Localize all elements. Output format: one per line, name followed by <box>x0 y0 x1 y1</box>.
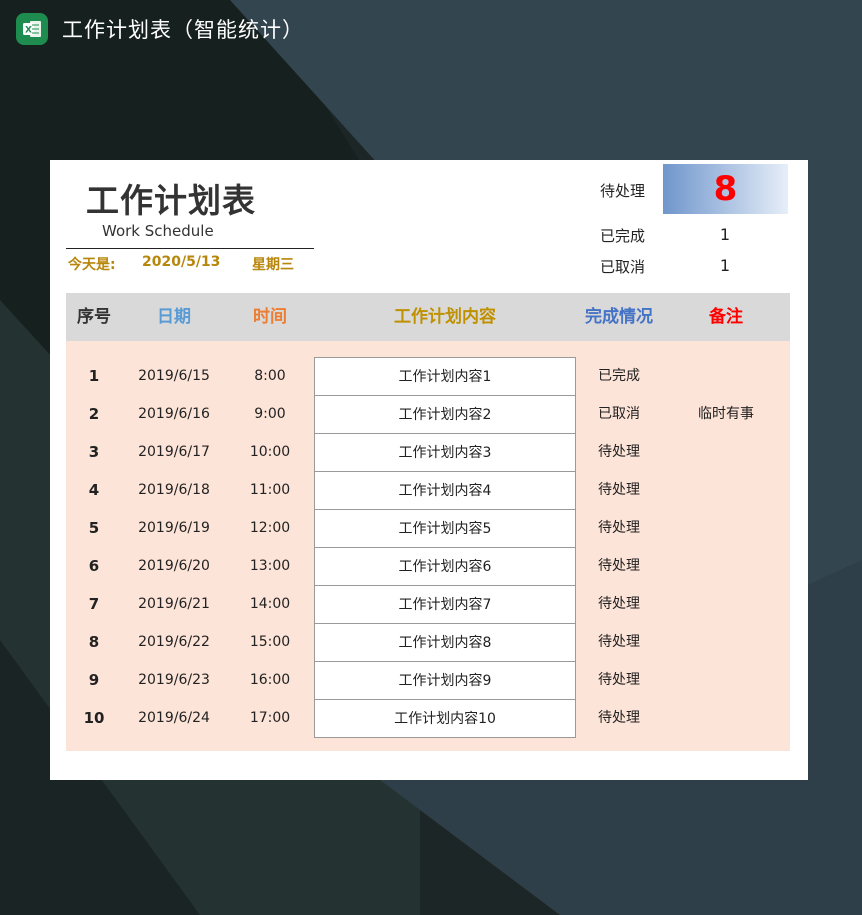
cell-seq[interactable]: 5 <box>66 509 122 547</box>
today-weekday: 星期三 <box>252 257 294 273</box>
stat-pending-value[interactable]: 8 <box>663 164 788 214</box>
stat-done-label: 已完成 <box>600 227 646 245</box>
title-underline <box>66 248 314 249</box>
cell-seq[interactable]: 8 <box>66 623 122 661</box>
table-row: 1 2019/6/15 8:00 工作计划内容1 已完成 <box>66 357 790 396</box>
table-row: 7 2019/6/21 14:00 工作计划内容7 待处理 <box>66 585 790 624</box>
stat-done-value[interactable]: 1 <box>662 225 788 244</box>
table-header: 序号 日期 时间 工作计划内容 完成情况 备注 <box>66 293 790 341</box>
sheet-subtitle: Work Schedule <box>102 222 214 240</box>
table-row: 10 2019/6/24 17:00 工作计划内容10 待处理 <box>66 699 790 738</box>
app-title: 工作计划表（智能统计） <box>62 18 304 42</box>
table-body: 1 2019/6/15 8:00 工作计划内容1 已完成 2 2019/6/16… <box>66 341 790 751</box>
cell-note[interactable] <box>662 433 790 471</box>
cell-seq[interactable]: 9 <box>66 661 122 699</box>
cell-content[interactable]: 工作计划内容5 <box>314 509 576 548</box>
spreadsheet-sheet: 工作计划表 Work Schedule 今天是: 2020/5/13 星期三 待… <box>50 160 808 780</box>
cell-date[interactable]: 2019/6/19 <box>122 509 226 547</box>
cell-time[interactable]: 15:00 <box>226 623 314 661</box>
cell-time[interactable]: 16:00 <box>226 661 314 699</box>
cell-content[interactable]: 工作计划内容4 <box>314 471 576 510</box>
column-header-seq[interactable]: 序号 <box>66 293 122 341</box>
cell-content[interactable]: 工作计划内容10 <box>314 699 576 738</box>
cell-status[interactable]: 待处理 <box>576 585 662 623</box>
cell-note[interactable] <box>662 471 790 509</box>
cell-note[interactable] <box>662 661 790 699</box>
cell-content[interactable]: 工作计划内容7 <box>314 585 576 624</box>
cell-date[interactable]: 2019/6/18 <box>122 471 226 509</box>
cell-date[interactable]: 2019/6/20 <box>122 547 226 585</box>
cell-note[interactable] <box>662 623 790 661</box>
column-header-note[interactable]: 备注 <box>662 293 790 341</box>
cell-note[interactable] <box>662 357 790 395</box>
stat-cancelled-value[interactable]: 1 <box>662 256 788 275</box>
cell-seq[interactable]: 6 <box>66 547 122 585</box>
cell-date[interactable]: 2019/6/17 <box>122 433 226 471</box>
cell-note[interactable] <box>662 585 790 623</box>
cell-time[interactable]: 11:00 <box>226 471 314 509</box>
column-header-time[interactable]: 时间 <box>226 293 314 341</box>
cell-time[interactable]: 10:00 <box>226 433 314 471</box>
stat-pending-label: 待处理 <box>600 182 646 200</box>
cell-note[interactable] <box>662 509 790 547</box>
cell-content[interactable]: 工作计划内容6 <box>314 547 576 586</box>
cell-note[interactable] <box>662 547 790 585</box>
cell-seq[interactable]: 2 <box>66 395 122 433</box>
cell-seq[interactable]: 7 <box>66 585 122 623</box>
today-date: 2020/5/13 <box>142 254 221 270</box>
table-row: 3 2019/6/17 10:00 工作计划内容3 待处理 <box>66 433 790 472</box>
cell-status[interactable]: 待处理 <box>576 661 662 699</box>
excel-icon-glyph: X <box>23 21 41 37</box>
column-header-status[interactable]: 完成情况 <box>576 293 662 341</box>
cell-time[interactable]: 17:00 <box>226 699 314 737</box>
cell-time[interactable]: 9:00 <box>226 395 314 433</box>
table-row: 4 2019/6/18 11:00 工作计划内容4 待处理 <box>66 471 790 510</box>
cell-time[interactable]: 12:00 <box>226 509 314 547</box>
cell-status[interactable]: 已完成 <box>576 357 662 395</box>
cell-date[interactable]: 2019/6/21 <box>122 585 226 623</box>
excel-icon[interactable]: X <box>16 13 48 45</box>
cell-status[interactable]: 待处理 <box>576 433 662 471</box>
cell-status[interactable]: 待处理 <box>576 509 662 547</box>
cell-status[interactable]: 待处理 <box>576 547 662 585</box>
cell-date[interactable]: 2019/6/16 <box>122 395 226 433</box>
today-label: 今天是: <box>68 257 116 273</box>
cell-seq[interactable]: 1 <box>66 357 122 395</box>
cell-note[interactable] <box>662 699 790 737</box>
cell-content[interactable]: 工作计划内容8 <box>314 623 576 662</box>
cell-time[interactable]: 14:00 <box>226 585 314 623</box>
cell-date[interactable]: 2019/6/24 <box>122 699 226 737</box>
cell-status[interactable]: 已取消 <box>576 395 662 433</box>
table-row: 9 2019/6/23 16:00 工作计划内容9 待处理 <box>66 661 790 700</box>
cell-seq[interactable]: 3 <box>66 433 122 471</box>
cell-content[interactable]: 工作计划内容1 <box>314 357 576 396</box>
cell-content[interactable]: 工作计划内容3 <box>314 433 576 472</box>
cell-time[interactable]: 13:00 <box>226 547 314 585</box>
app-titlebar: X 工作计划表（智能统计） <box>16 12 304 46</box>
table-row: 6 2019/6/20 13:00 工作计划内容6 待处理 <box>66 547 790 586</box>
cell-status[interactable]: 待处理 <box>576 471 662 509</box>
table-row: 5 2019/6/19 12:00 工作计划内容5 待处理 <box>66 509 790 548</box>
cell-status[interactable]: 待处理 <box>576 699 662 737</box>
stat-cancelled-label: 已取消 <box>600 258 646 276</box>
table-row: 2 2019/6/16 9:00 工作计划内容2 已取消 临时有事 <box>66 395 790 434</box>
cell-content[interactable]: 工作计划内容9 <box>314 661 576 700</box>
cell-status[interactable]: 待处理 <box>576 623 662 661</box>
cell-content[interactable]: 工作计划内容2 <box>314 395 576 434</box>
cell-seq[interactable]: 4 <box>66 471 122 509</box>
cell-date[interactable]: 2019/6/22 <box>122 623 226 661</box>
column-header-date[interactable]: 日期 <box>122 293 226 341</box>
excel-icon-letter: X <box>25 26 32 36</box>
column-header-content[interactable]: 工作计划内容 <box>314 293 576 341</box>
cell-date[interactable]: 2019/6/15 <box>122 357 226 395</box>
cell-date[interactable]: 2019/6/23 <box>122 661 226 699</box>
cell-seq[interactable]: 10 <box>66 699 122 737</box>
table-row: 8 2019/6/22 15:00 工作计划内容8 待处理 <box>66 623 790 662</box>
cell-time[interactable]: 8:00 <box>226 357 314 395</box>
sheet-title: 工作计划表 <box>86 181 256 220</box>
cell-note[interactable]: 临时有事 <box>662 395 790 433</box>
